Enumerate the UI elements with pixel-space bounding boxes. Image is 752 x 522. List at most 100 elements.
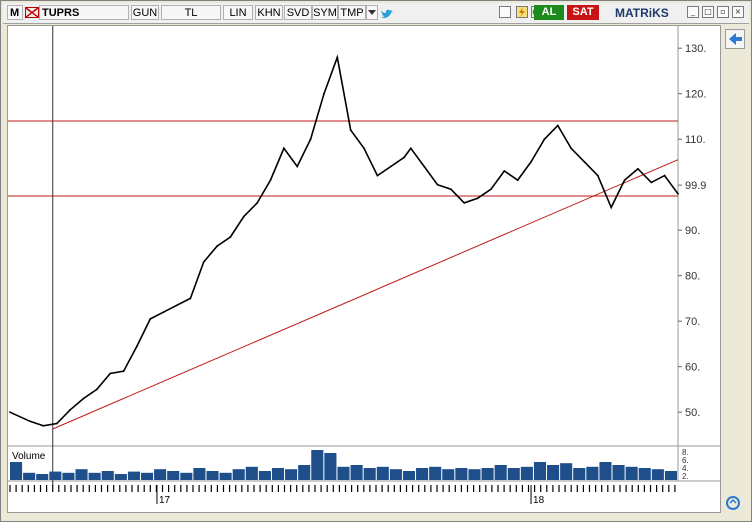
volume-bar xyxy=(651,469,664,480)
khn-button[interactable]: KHN xyxy=(255,5,283,20)
settings-sync-icon[interactable] xyxy=(725,495,747,511)
volume-bar xyxy=(127,471,140,480)
buy-button[interactable]: AL xyxy=(534,5,564,20)
price-point xyxy=(677,192,679,195)
volume-bar xyxy=(625,466,638,480)
price-point xyxy=(650,181,653,184)
svd-button[interactable]: SVD xyxy=(284,5,312,20)
menu-button[interactable]: M xyxy=(7,5,23,20)
volume-bar xyxy=(494,465,507,480)
volume-bar xyxy=(324,453,337,480)
price-point xyxy=(202,261,205,263)
price-point xyxy=(229,236,232,238)
price-point xyxy=(637,167,639,170)
lightning-icon[interactable] xyxy=(516,6,528,18)
price-point xyxy=(570,147,573,150)
volume-bar xyxy=(533,462,547,480)
volume-bar xyxy=(573,468,586,480)
volume-bar xyxy=(520,466,533,480)
volume-bar xyxy=(114,474,127,480)
price-point xyxy=(189,297,192,300)
symbol-field[interactable]: TUPRS xyxy=(39,5,129,20)
volume-bar xyxy=(219,472,232,480)
price-point xyxy=(162,311,165,313)
price-point xyxy=(503,170,506,172)
restore-icon[interactable]: ▫ xyxy=(717,6,729,18)
flag-icon[interactable] xyxy=(25,7,39,18)
price-point xyxy=(176,304,178,307)
minimize-icon[interactable]: _ xyxy=(687,6,699,18)
volume-bar xyxy=(154,469,167,480)
price-point xyxy=(556,124,559,127)
y-tick-label: 130. xyxy=(685,43,706,55)
sell-button[interactable]: SAT xyxy=(567,5,599,20)
scale-button[interactable]: LIN xyxy=(223,5,253,20)
volume-bar xyxy=(481,468,494,480)
volume-bar xyxy=(638,468,651,480)
volume-bar xyxy=(193,468,206,480)
volume-bar xyxy=(167,471,180,480)
volume-bar xyxy=(75,469,88,480)
chart-area[interactable]: 50. 60. 70. 80. 90. 99.9 110. 120. 130. Volume 8. 6… xyxy=(7,25,721,513)
dropdown-arrow-icon[interactable] xyxy=(366,5,378,20)
volume-bar xyxy=(206,471,219,480)
volume-bar xyxy=(586,466,599,480)
price-point xyxy=(336,56,339,59)
price-point xyxy=(109,372,112,375)
volume-bar xyxy=(10,462,23,480)
y-tick-label: 110. xyxy=(685,134,706,146)
tmp-button[interactable]: TMP xyxy=(338,5,366,20)
currency-button[interactable]: TL xyxy=(161,5,221,20)
price-point xyxy=(463,201,466,204)
price-point xyxy=(376,174,379,177)
volume-bar xyxy=(376,466,389,480)
twitter-icon[interactable] xyxy=(380,6,394,19)
price-point xyxy=(29,420,31,423)
volume-label: Volume xyxy=(12,451,46,462)
price-point xyxy=(436,183,439,186)
volume-bar xyxy=(429,466,442,480)
volume-bar xyxy=(101,471,114,480)
volume-bar xyxy=(232,469,245,480)
y-tick-label: 120. xyxy=(685,89,706,101)
volume-bar xyxy=(468,469,481,480)
trend-line xyxy=(52,159,679,430)
y-tick-label: 99.9 xyxy=(685,180,706,192)
back-arrow-icon[interactable] xyxy=(725,29,745,49)
price-point xyxy=(583,161,586,163)
y-tick-label: 70. xyxy=(685,316,700,328)
x-tick-label: 17 xyxy=(159,495,171,506)
volume-bar xyxy=(350,465,363,480)
volume-bar xyxy=(547,465,560,480)
maximize-icon[interactable]: □ xyxy=(702,6,714,18)
price-point xyxy=(530,161,532,163)
price-point xyxy=(596,174,599,177)
volume-bar xyxy=(62,472,75,480)
volume-bar xyxy=(23,472,36,480)
price-point xyxy=(242,215,245,218)
price-point xyxy=(82,397,85,400)
volume-bar xyxy=(180,472,193,480)
volume-bar xyxy=(49,471,62,480)
price-chart[interactable]: 50.60.70.80.90.99.9110.120.130.Volume 8.6… xyxy=(8,26,720,512)
sym-button[interactable]: SYM xyxy=(312,5,338,20)
right-panel xyxy=(723,25,749,513)
close-icon[interactable]: × xyxy=(732,6,744,18)
price-point xyxy=(269,179,272,182)
price-point xyxy=(216,245,218,247)
volume-bar xyxy=(36,474,49,480)
volume-bar xyxy=(88,472,101,480)
price-point xyxy=(9,411,11,414)
price-point xyxy=(423,165,426,168)
y-tick-label: 80. xyxy=(685,271,700,283)
price-point xyxy=(282,147,285,150)
volume-bar xyxy=(442,469,455,480)
volume-bar xyxy=(285,469,298,480)
price-point xyxy=(256,201,259,204)
period-button[interactable]: GUN xyxy=(131,5,159,20)
price-point xyxy=(663,174,666,177)
volume-bar xyxy=(560,463,573,480)
square-icon[interactable] xyxy=(499,6,511,18)
price-point xyxy=(149,317,152,320)
price-point xyxy=(42,424,45,427)
